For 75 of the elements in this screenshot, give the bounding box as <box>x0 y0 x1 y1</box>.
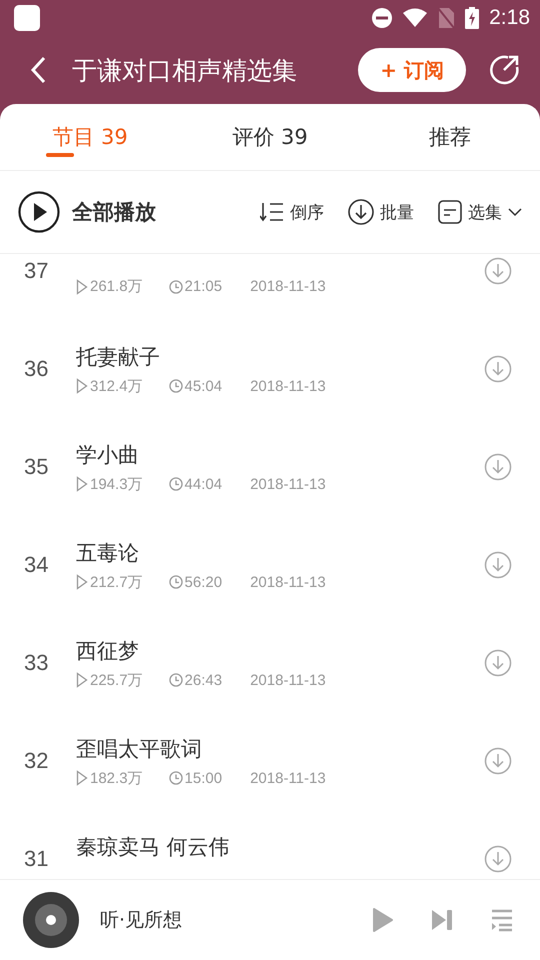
sort-button[interactable]: 倒序 <box>260 199 324 225</box>
play-count-icon <box>76 672 88 688</box>
next-track-icon[interactable] <box>430 908 454 932</box>
play-count: 182.3万 <box>90 768 143 788</box>
share-icon[interactable] <box>488 54 520 86</box>
episode-duration: 44:04 <box>184 476 222 492</box>
download-icon[interactable] <box>484 747 512 775</box>
episode-date: 2018-11-13 <box>250 770 326 786</box>
play-count: 194.3万 <box>90 474 143 494</box>
playlist-icon[interactable] <box>490 908 514 932</box>
download-icon[interactable] <box>484 453 512 481</box>
tab[interactable]: 推荐 <box>360 104 540 170</box>
episode-title[interactable]: 托妻献子 <box>76 342 484 370</box>
download-icon[interactable] <box>484 845 512 873</box>
episode-date: 2018-11-13 <box>250 476 326 492</box>
back-icon[interactable] <box>30 56 46 84</box>
play-all-button[interactable]: 全部播放 <box>18 191 156 233</box>
clock-icon <box>168 771 183 785</box>
episode-date: 2018-11-13 <box>250 672 326 688</box>
episode-date: 2018-11-13 <box>250 378 326 394</box>
episode-date: 2018-11-13 <box>250 278 326 295</box>
episode-duration: 56:20 <box>184 574 222 590</box>
play-count: 312.4万 <box>90 376 143 396</box>
download-icon <box>348 199 374 225</box>
wifi-icon <box>403 8 428 28</box>
episode-duration: 15:00 <box>184 770 222 786</box>
list-icon <box>438 200 462 224</box>
download-icon[interactable] <box>484 551 512 579</box>
play-count: 261.8万 <box>90 277 143 296</box>
download-icon[interactable] <box>484 649 512 677</box>
episode-number: 35 <box>24 454 50 480</box>
no-sim-icon <box>437 7 456 29</box>
episode-number: 32 <box>24 748 50 774</box>
episode-title[interactable]: 五毒论 <box>76 538 484 566</box>
clock-icon <box>168 673 183 687</box>
episode-number: 33 <box>24 650 50 676</box>
episode-number: 37 <box>24 258 50 284</box>
battery-charging-icon <box>465 7 480 29</box>
episode-number: 34 <box>24 552 50 578</box>
episode-duration: 26:43 <box>184 672 222 688</box>
play-count-icon <box>76 770 88 786</box>
episode-duration: 45:04 <box>184 378 222 394</box>
episode-title[interactable]: 学小曲 <box>76 440 484 468</box>
now-playing-title: 听·见所想 <box>100 908 184 933</box>
clock-icon <box>168 575 183 589</box>
play-count-icon <box>76 378 88 394</box>
episode-date: 2018-11-13 <box>250 574 326 590</box>
tab[interactable]: 评价 39 <box>180 104 360 170</box>
clock-icon <box>168 379 183 393</box>
play-count: 225.7万 <box>90 670 143 690</box>
play-count-icon <box>76 476 88 492</box>
chevron-down-icon <box>508 207 522 217</box>
album-title: 于谦对口相声精选集 <box>72 56 297 84</box>
episode-title[interactable]: 西征梦 <box>76 636 484 664</box>
play-count-icon <box>76 574 88 590</box>
select-episodes-button[interactable]: 选集 <box>438 199 522 225</box>
download-icon[interactable] <box>484 257 512 285</box>
play-icon[interactable] <box>372 907 394 933</box>
episode-title[interactable]: 歪唱太平歌词 <box>76 734 484 762</box>
episode-duration: 21:05 <box>184 278 222 295</box>
do-not-disturb-icon <box>371 7 394 29</box>
play-count-icon <box>76 278 88 294</box>
clock-icon <box>168 280 183 294</box>
batch-button[interactable]: 批量 <box>348 199 414 225</box>
download-icon[interactable] <box>484 355 512 383</box>
play-count: 212.7万 <box>90 572 143 592</box>
play-circle-icon <box>18 191 60 233</box>
status-time: 2:18 <box>489 6 530 30</box>
app-icon <box>14 5 40 31</box>
album-disc-icon[interactable] <box>22 891 80 949</box>
episode-title[interactable]: 秦琼卖马 何云伟 <box>76 833 484 861</box>
sort-icon <box>260 201 284 223</box>
clock-icon <box>168 477 183 491</box>
episode-number: 31 <box>24 846 50 872</box>
episode-number: 36 <box>24 356 50 382</box>
